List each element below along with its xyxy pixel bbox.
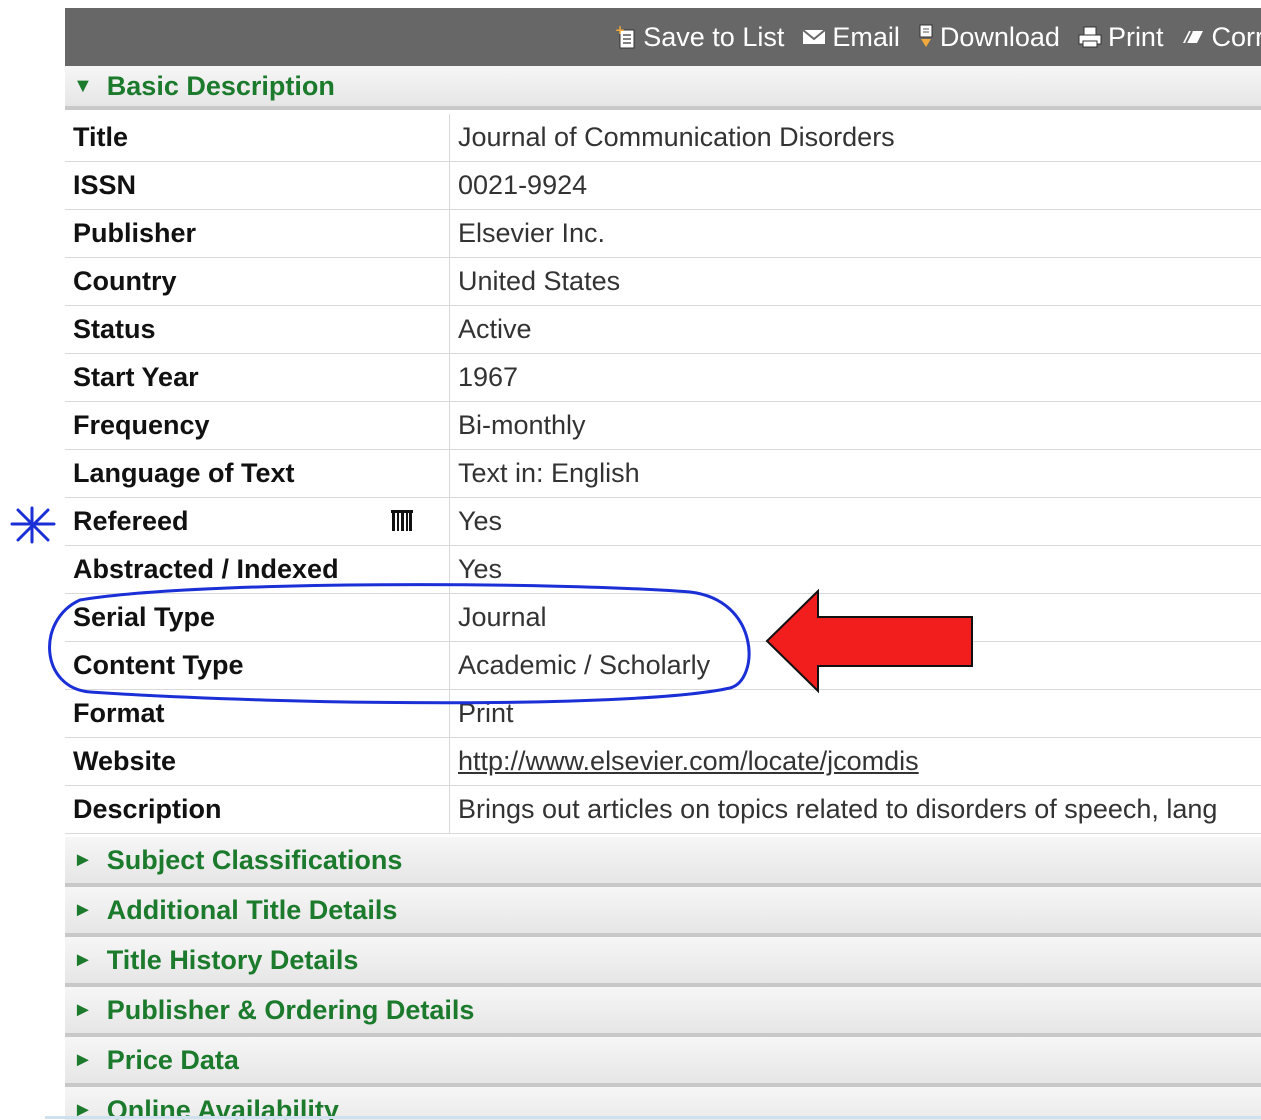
website-link[interactable]: http://www.elsevier.com/locate/jcomdis [458,746,919,776]
section-additional-title-details[interactable]: ► Additional Title Details [65,887,1261,937]
email-icon [802,28,826,46]
svg-text:+: + [615,24,625,37]
row-label: Start Year [65,353,450,402]
row-label: Serial Type [65,593,450,642]
row-value: Yes [449,497,1261,546]
correction-label: Correctio [1211,21,1261,52]
section-subject-classifications[interactable]: ► Subject Classifications [65,837,1261,887]
print-button[interactable]: Print [1078,21,1164,53]
row-label: Format [65,689,450,738]
row-label-text: Refereed [73,506,189,536]
row-value: Brings out articles on topics related to… [449,785,1261,834]
row-value: Bi-monthly [449,401,1261,450]
basic-description-title: Basic Description [106,70,335,101]
row-label: Abstracted / Indexed [65,545,450,594]
row-value: Print [449,689,1261,738]
row-label: Status [65,305,450,354]
table-row: Publisher Elsevier Inc. [65,209,1261,258]
section-title: Subject Classifications [106,844,403,875]
row-value: United States [449,257,1261,306]
row-label: Content Type [65,641,450,690]
save-to-list-label: Save to List [643,21,785,52]
table-row: Country United States [65,257,1261,306]
save-to-list-button[interactable]: + Save to List [615,22,784,53]
row-label: Language of Text [65,449,450,498]
table-row: Frequency Bi-monthly [65,401,1261,450]
row-label: ISSN [65,161,450,210]
download-label: Download [939,21,1060,52]
table-row: Format Print [65,689,1261,738]
section-title: Publisher & Ordering Details [106,994,475,1025]
section-title: Additional Title Details [106,894,398,925]
table-row: Language of Text Text in: English [65,449,1261,498]
row-label: Description [65,785,450,834]
row-value: Elsevier Inc. [449,209,1261,258]
correction-button[interactable]: Correctio [1181,22,1261,53]
basic-description-header[interactable]: ▼ Basic Description [65,66,1261,110]
collapsed-triangle-icon: ► [73,1048,93,1071]
collapsed-triangle-icon: ► [73,848,93,871]
row-value: Journal [449,593,1261,642]
section-price-data[interactable]: ► Price Data [65,1037,1261,1087]
download-icon [918,24,934,50]
table-row: Status Active [65,305,1261,354]
row-label: Title [65,114,450,162]
table-row: Refereed Yes [65,497,1261,546]
table-row: Title Journal of Communication Disorders [65,114,1261,162]
row-value-website: http://www.elsevier.com/locate/jcomdis [449,737,1261,786]
section-publisher-ordering-details[interactable]: ► Publisher & Ordering Details [65,987,1261,1037]
correction-icon [1181,29,1205,45]
section-title: Title History Details [106,944,359,975]
collapsed-triangle-icon: ► [73,998,93,1021]
row-value: Academic / Scholarly [449,641,1261,690]
table-row: Abstracted / Indexed Yes [65,545,1261,594]
row-value: Text in: English [449,449,1261,498]
row-value: Yes [449,545,1261,594]
save-to-list-icon: + [615,24,637,50]
print-label: Print [1107,21,1164,52]
row-label: Country [65,257,450,306]
row-value: 1967 [449,353,1261,402]
section-title: Price Data [106,1044,239,1075]
row-value: Active [449,305,1261,354]
table-row: ISSN 0021-9924 [65,161,1261,210]
row-label: Frequency [65,401,450,450]
refereed-icon[interactable] [389,508,415,541]
table-row: Description Brings out articles on topic… [65,785,1261,834]
table-row: Website http://www.elsevier.com/locate/j… [65,737,1261,786]
download-button[interactable]: Download [918,22,1060,53]
bottom-divider [45,1116,1261,1119]
expanded-triangle-icon: ▼ [73,74,93,97]
row-value: Journal of Communication Disorders [449,114,1261,162]
print-icon [1078,25,1102,49]
section-title-history-details[interactable]: ► Title History Details [65,937,1261,987]
record-frame: + Save to List Email Download Print Corr… [65,8,1261,1120]
table-row: Serial Type Journal [65,593,1261,642]
row-label-refereed: Refereed [65,497,450,546]
table-row: Start Year 1967 [65,353,1261,402]
asterisk-annotation-icon [10,506,56,544]
row-label: Publisher [65,209,450,258]
toolbar: + Save to List Email Download Print Corr [65,8,1261,66]
row-label: Website [65,737,450,786]
collapsed-triangle-icon: ► [73,948,93,971]
table-row: Content Type Academic / Scholarly [65,641,1261,690]
row-value: 0021-9924 [449,161,1261,210]
email-label: Email [832,21,900,52]
email-button[interactable]: Email [802,22,900,53]
collapsed-triangle-icon: ► [73,898,93,921]
basic-description-table: Title Journal of Communication Disorders… [65,114,1261,834]
